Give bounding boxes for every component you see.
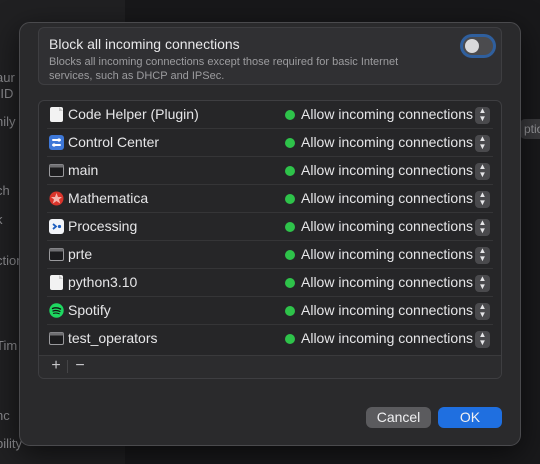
connection-status: Allow incoming connections	[301, 302, 473, 318]
status-dot	[285, 222, 295, 232]
connection-status: Allow incoming connections	[301, 190, 473, 206]
processing-icon	[49, 219, 64, 234]
app-name: main	[68, 162, 99, 178]
connection-status: Allow incoming connections	[301, 246, 473, 262]
connection-status: Allow incoming connections	[301, 134, 473, 150]
app-name: Code Helper (Plugin)	[68, 106, 199, 122]
list-item[interactable]: Spotify Allow incoming connections ▲ ▼	[39, 297, 501, 325]
status-dot	[285, 306, 295, 316]
terminal-exec-icon	[49, 247, 64, 262]
app-name: test_operators	[68, 330, 158, 346]
list-item[interactable]: main Allow incoming connections ▲ ▼	[39, 157, 501, 185]
connection-popup-button[interactable]: ▲ ▼	[475, 107, 490, 124]
terminal-exec-icon	[49, 163, 64, 178]
app-name: Spotify	[68, 302, 111, 318]
status-dot	[285, 166, 295, 176]
background-button: ptio	[520, 119, 540, 139]
footer-divider	[67, 360, 68, 373]
list-item[interactable]: prte Allow incoming connections ▲ ▼	[39, 241, 501, 269]
list-footer: + −	[39, 355, 501, 378]
app-name: Control Center	[68, 134, 160, 150]
list-item[interactable]: python3.10 Allow incoming connections ▲ ▼	[39, 269, 501, 297]
connection-status: Allow incoming connections	[301, 218, 473, 234]
connection-popup-button[interactable]: ▲ ▼	[475, 163, 490, 180]
terminal-exec-icon	[49, 331, 64, 346]
background-text: Tim	[0, 338, 18, 353]
list-item[interactable]: Mathematica Allow incoming connections ▲…	[39, 185, 501, 213]
connection-popup-button[interactable]: ▲ ▼	[475, 331, 490, 348]
status-dot	[285, 138, 295, 148]
list-item[interactable]: Code Helper (Plugin) Allow incoming conn…	[39, 101, 501, 129]
block-all-toggle[interactable]	[463, 37, 493, 55]
connection-popup-button[interactable]: ▲ ▼	[475, 191, 490, 208]
connection-status: Allow incoming connections	[301, 330, 473, 346]
background-text: nc	[0, 408, 10, 423]
connection-status: Allow incoming connections	[301, 106, 473, 122]
list-item[interactable]: test_operators Allow incoming connection…	[39, 325, 501, 353]
background-text: aur	[0, 70, 15, 85]
block-all-title: Block all incoming connections	[49, 36, 240, 52]
status-dot	[285, 194, 295, 204]
app-list: Code Helper (Plugin) Allow incoming conn…	[38, 100, 502, 379]
remove-app-button[interactable]: −	[71, 357, 89, 375]
firewall-options-sheet: Block all incoming connections Blocks al…	[19, 22, 521, 446]
connection-popup-button[interactable]: ▲ ▼	[475, 219, 490, 236]
mathematica-icon	[49, 191, 64, 206]
list-item[interactable]: Processing Allow incoming connections ▲ ▼	[39, 213, 501, 241]
control-center-icon	[49, 135, 64, 150]
block-all-section: Block all incoming connections Blocks al…	[38, 27, 502, 85]
connection-popup-button[interactable]: ▲ ▼	[475, 275, 490, 292]
status-dot	[285, 250, 295, 260]
app-name: Mathematica	[68, 190, 149, 206]
connection-status: Allow incoming connections	[301, 274, 473, 290]
connection-popup-button[interactable]: ▲ ▼	[475, 247, 490, 264]
status-dot	[285, 334, 295, 344]
add-app-button[interactable]: +	[47, 357, 65, 375]
ok-button[interactable]: OK	[438, 407, 502, 428]
cancel-button[interactable]: Cancel	[366, 407, 431, 428]
document-icon	[49, 107, 64, 122]
connection-status: Allow incoming connections	[301, 162, 473, 178]
background-text: nily	[0, 114, 16, 129]
app-name: Processing	[68, 218, 138, 234]
connection-popup-button[interactable]: ▲ ▼	[475, 303, 490, 320]
connection-popup-button[interactable]: ▲ ▼	[475, 135, 490, 152]
background-text: k	[0, 212, 3, 227]
status-dot	[285, 278, 295, 288]
background-toolbar	[125, 0, 540, 20]
toggle-knob	[465, 39, 479, 53]
document-icon	[49, 275, 64, 290]
block-all-description: Blocks all incoming connections except t…	[49, 56, 399, 82]
status-dot	[285, 110, 295, 120]
app-name: python3.10	[68, 274, 138, 290]
background-text: ch	[0, 183, 10, 198]
app-name: prte	[68, 246, 93, 262]
spotify-icon	[49, 303, 64, 318]
background-text: -ID	[0, 86, 14, 101]
list-item[interactable]: Control Center Allow incoming connection…	[39, 129, 501, 157]
